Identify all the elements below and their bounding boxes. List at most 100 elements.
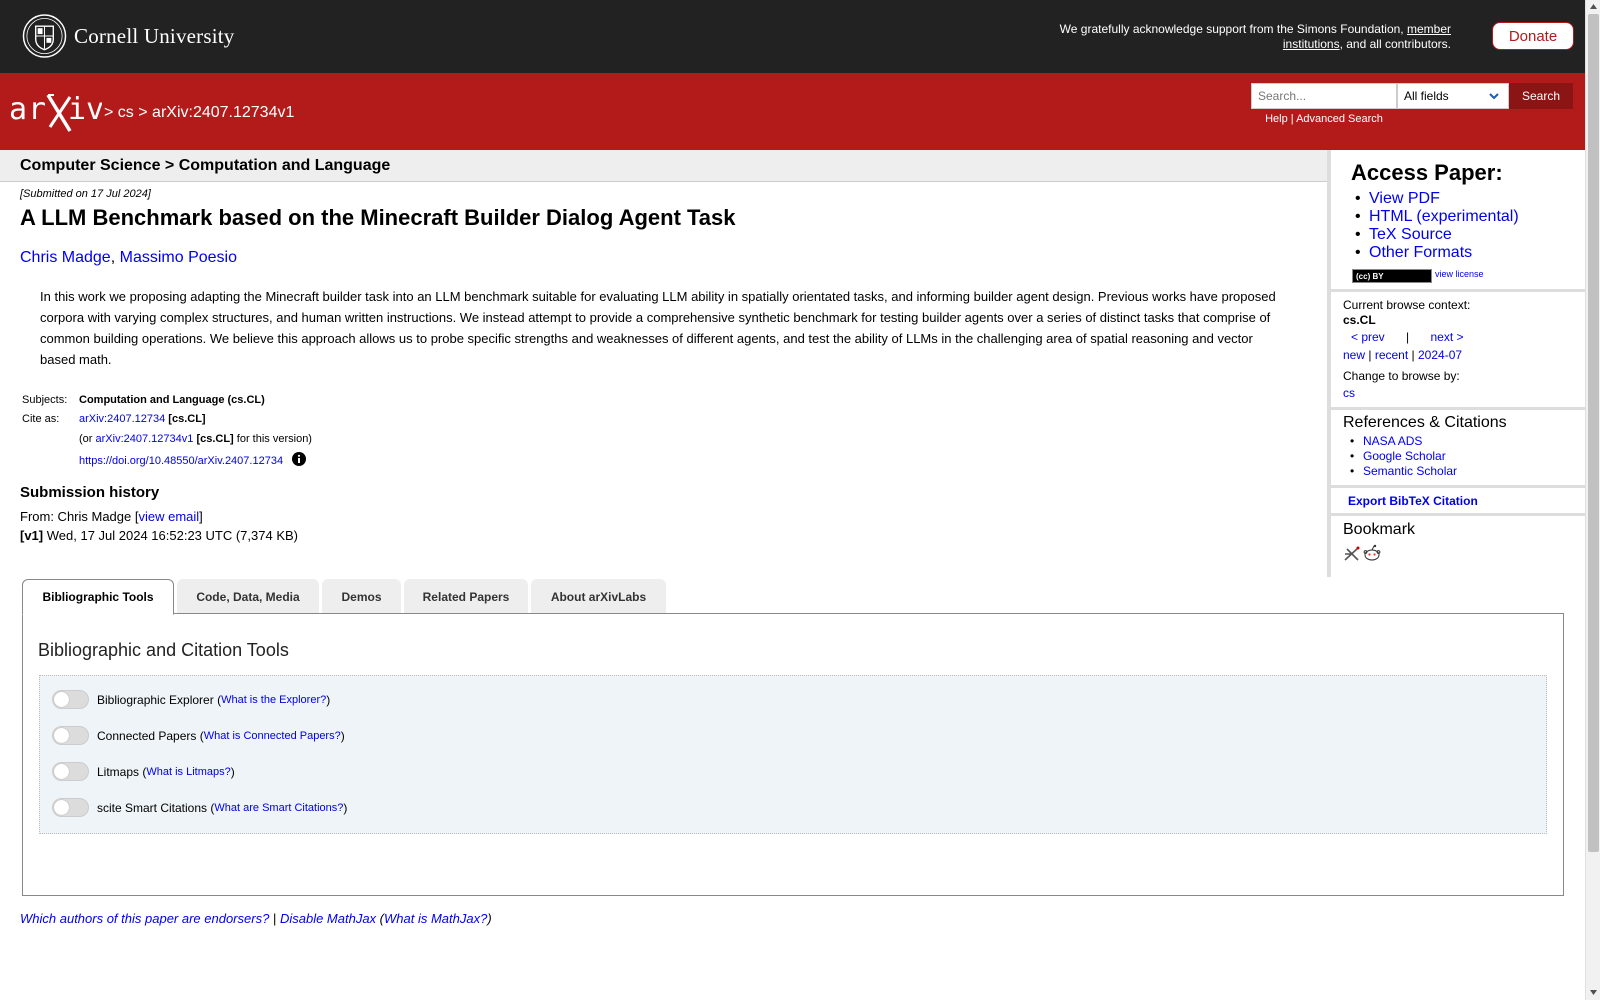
toggle-knob <box>54 692 69 707</box>
subjects-label: Subjects: <box>22 394 68 406</box>
view-license-link[interactable]: view license <box>1435 269 1484 279</box>
browse-context-value: cs.CL <box>1343 313 1376 327</box>
nasa-ads-link[interactable]: NASA ADS <box>1363 434 1422 448</box>
author-link[interactable]: Massimo Poesio <box>120 249 237 266</box>
access-paper-box: Access Paper: View PDF HTML (experimenta… <box>1331 150 1585 292</box>
submission-history-heading: Submission history <box>20 484 160 501</box>
version-label: [v1] <box>20 528 44 543</box>
toggle-switch[interactable] <box>52 726 89 745</box>
browse-links: new | recent | 2024-07 <box>1343 348 1462 362</box>
from-label: From: Chris Madge [ <box>20 509 139 524</box>
month-link[interactable]: 2024-07 <box>1418 348 1462 362</box>
tool-label: scite Smart Citations <box>97 800 208 815</box>
other-formats-link[interactable]: Other Formats <box>1369 244 1472 261</box>
cite-label: Cite as: <box>22 413 60 425</box>
recent-link[interactable]: recent <box>1375 348 1408 362</box>
access-links: View PDF HTML (experimental) TeX Source … <box>1355 190 1519 262</box>
new-link[interactable]: new <box>1343 348 1365 362</box>
export-bibtex-link[interactable]: Export BibTeX Citation <box>1348 494 1478 508</box>
scroll-down-icon[interactable] <box>1589 988 1598 997</box>
page-scrollbar[interactable] <box>1585 0 1600 1000</box>
next-link[interactable]: next > <box>1431 330 1464 344</box>
tool-label: Bibliographic Explorer <box>97 692 214 707</box>
author-separator: , <box>110 249 116 266</box>
tool-help-link[interactable]: What is Connected Papers? <box>204 730 341 742</box>
list-item: HTML (experimental) <box>1355 208 1519 226</box>
tool-help-link[interactable]: What is Litmaps? <box>146 766 230 778</box>
semantic-scholar-link[interactable]: Semantic Scholar <box>1363 464 1457 478</box>
tex-source-link[interactable]: TeX Source <box>1369 226 1452 243</box>
cornell-seal-icon[interactable] <box>22 13 67 59</box>
tab-about-arxivlabs[interactable]: About arXivLabs <box>531 579 666 614</box>
prev-link[interactable]: < prev <box>1351 330 1385 344</box>
tool-label: Litmaps <box>97 764 140 779</box>
toggle-knob <box>54 800 69 815</box>
version-id-link[interactable]: arXiv:2407.12734v1 <box>96 433 194 445</box>
tool-litmaps: Litmaps (What is Litmaps?) <box>52 762 235 781</box>
tool-help-link[interactable]: What are Smart Citations? <box>214 802 343 814</box>
access-paper-heading: Access Paper: <box>1351 160 1503 185</box>
cornell-wordmark[interactable]: Cornell University <box>74 24 235 49</box>
prev-next-links: < prev | next > <box>1351 330 1464 344</box>
tab-code-data-media[interactable]: Code, Data, Media <box>177 579 319 614</box>
toggle-switch[interactable] <box>52 762 89 781</box>
chevron-down-icon <box>1489 93 1499 100</box>
cc-license-badge[interactable]: (cc) BY <box>1352 269 1432 283</box>
references-heading: References & Citations <box>1343 414 1507 431</box>
footer-separator: | <box>272 911 277 926</box>
tool-scite: scite Smart Citations (What are Smart Ci… <box>52 798 347 817</box>
bibsonomy-icon[interactable] <box>1343 546 1361 562</box>
svg-text:iv: iv <box>68 92 102 127</box>
list-item: Semantic Scholar <box>1350 464 1457 479</box>
arxiv-logo-icon[interactable]: ar iv <box>8 91 102 133</box>
author-list: Chris Madge, Massimo Poesio <box>20 249 237 267</box>
doi-link[interactable]: https://doi.org/10.48550/arXiv.2407.1273… <box>79 455 283 467</box>
subjects-value: Computation and Language (cs.CL) <box>79 394 265 406</box>
references-box: References & Citations NASA ADS Google S… <box>1331 413 1585 488</box>
right-sidebar: Access Paper: View PDF HTML (experimenta… <box>1327 150 1585 577</box>
subject-breadcrumb: Computer Science > Computation and Langu… <box>20 157 391 174</box>
scroll-thumb[interactable] <box>1588 14 1599 852</box>
list-item: View PDF <box>1355 190 1519 208</box>
browse-separator: | <box>1411 348 1415 362</box>
breadcrumb-cs-link[interactable]: cs <box>118 104 134 121</box>
browse-cs-link[interactable]: cs <box>1343 386 1355 400</box>
search-button[interactable]: Search <box>1509 83 1573 109</box>
search-input[interactable] <box>1251 83 1397 109</box>
help-link[interactable]: Help <box>1265 113 1288 125</box>
version-detail: Wed, 17 Jul 2024 16:52:23 UTC (7,374 KB) <box>46 528 298 543</box>
tab-demos[interactable]: Demos <box>322 579 401 614</box>
advanced-search-link[interactable]: Advanced Search <box>1296 113 1383 125</box>
author-link[interactable]: Chris Madge <box>20 249 111 266</box>
toggle-switch[interactable] <box>52 690 89 709</box>
what-is-mathjax-link[interactable]: What is MathJax? <box>384 911 487 926</box>
scroll-up-icon[interactable] <box>1589 2 1598 11</box>
nav-separator: | <box>1406 330 1410 344</box>
tool-help-link[interactable]: What is the Explorer? <box>221 694 326 706</box>
google-scholar-link[interactable]: Google Scholar <box>1363 449 1446 463</box>
donate-button[interactable]: Donate <box>1492 22 1574 50</box>
disable-mathjax-link[interactable]: Disable MathJax <box>280 911 376 926</box>
endorsers-link[interactable]: Which authors of this paper are endorser… <box>20 911 269 926</box>
tab-panel: Bibliographic and Citation Tools Bibliog… <box>22 613 1564 896</box>
breadcrumb: > cs > arXiv:2407.12734v1 <box>104 104 294 122</box>
view-email-link[interactable]: view email <box>138 509 199 524</box>
toggle-knob <box>54 728 69 743</box>
reddit-icon[interactable] <box>1363 544 1381 562</box>
change-browse-label: Change to browse by: <box>1343 369 1460 383</box>
list-item: NASA ADS <box>1350 434 1457 449</box>
version-entry: [v1] Wed, 17 Jul 2024 16:52:23 UTC (7,37… <box>20 528 298 543</box>
view-pdf-link[interactable]: View PDF <box>1369 190 1440 207</box>
info-icon[interactable] <box>292 452 307 466</box>
toggle-switch[interactable] <box>52 798 89 817</box>
tool-bibliographic-explorer: Bibliographic Explorer (What is the Expl… <box>52 690 330 709</box>
tools-list: Bibliographic Explorer (What is the Expl… <box>39 675 1547 834</box>
version-suffix: for this version) <box>236 433 312 445</box>
from-close: ] <box>199 509 203 524</box>
tab-bibliographic-tools[interactable]: Bibliographic Tools <box>22 579 174 615</box>
html-link[interactable]: HTML (experimental) <box>1369 208 1519 225</box>
support-tail: , and all contributors. <box>1339 37 1451 51</box>
cite-id-link[interactable]: arXiv:2407.12734 <box>79 413 165 425</box>
search-field-select[interactable]: All fields <box>1397 83 1509 109</box>
tab-related-papers[interactable]: Related Papers <box>404 579 528 614</box>
